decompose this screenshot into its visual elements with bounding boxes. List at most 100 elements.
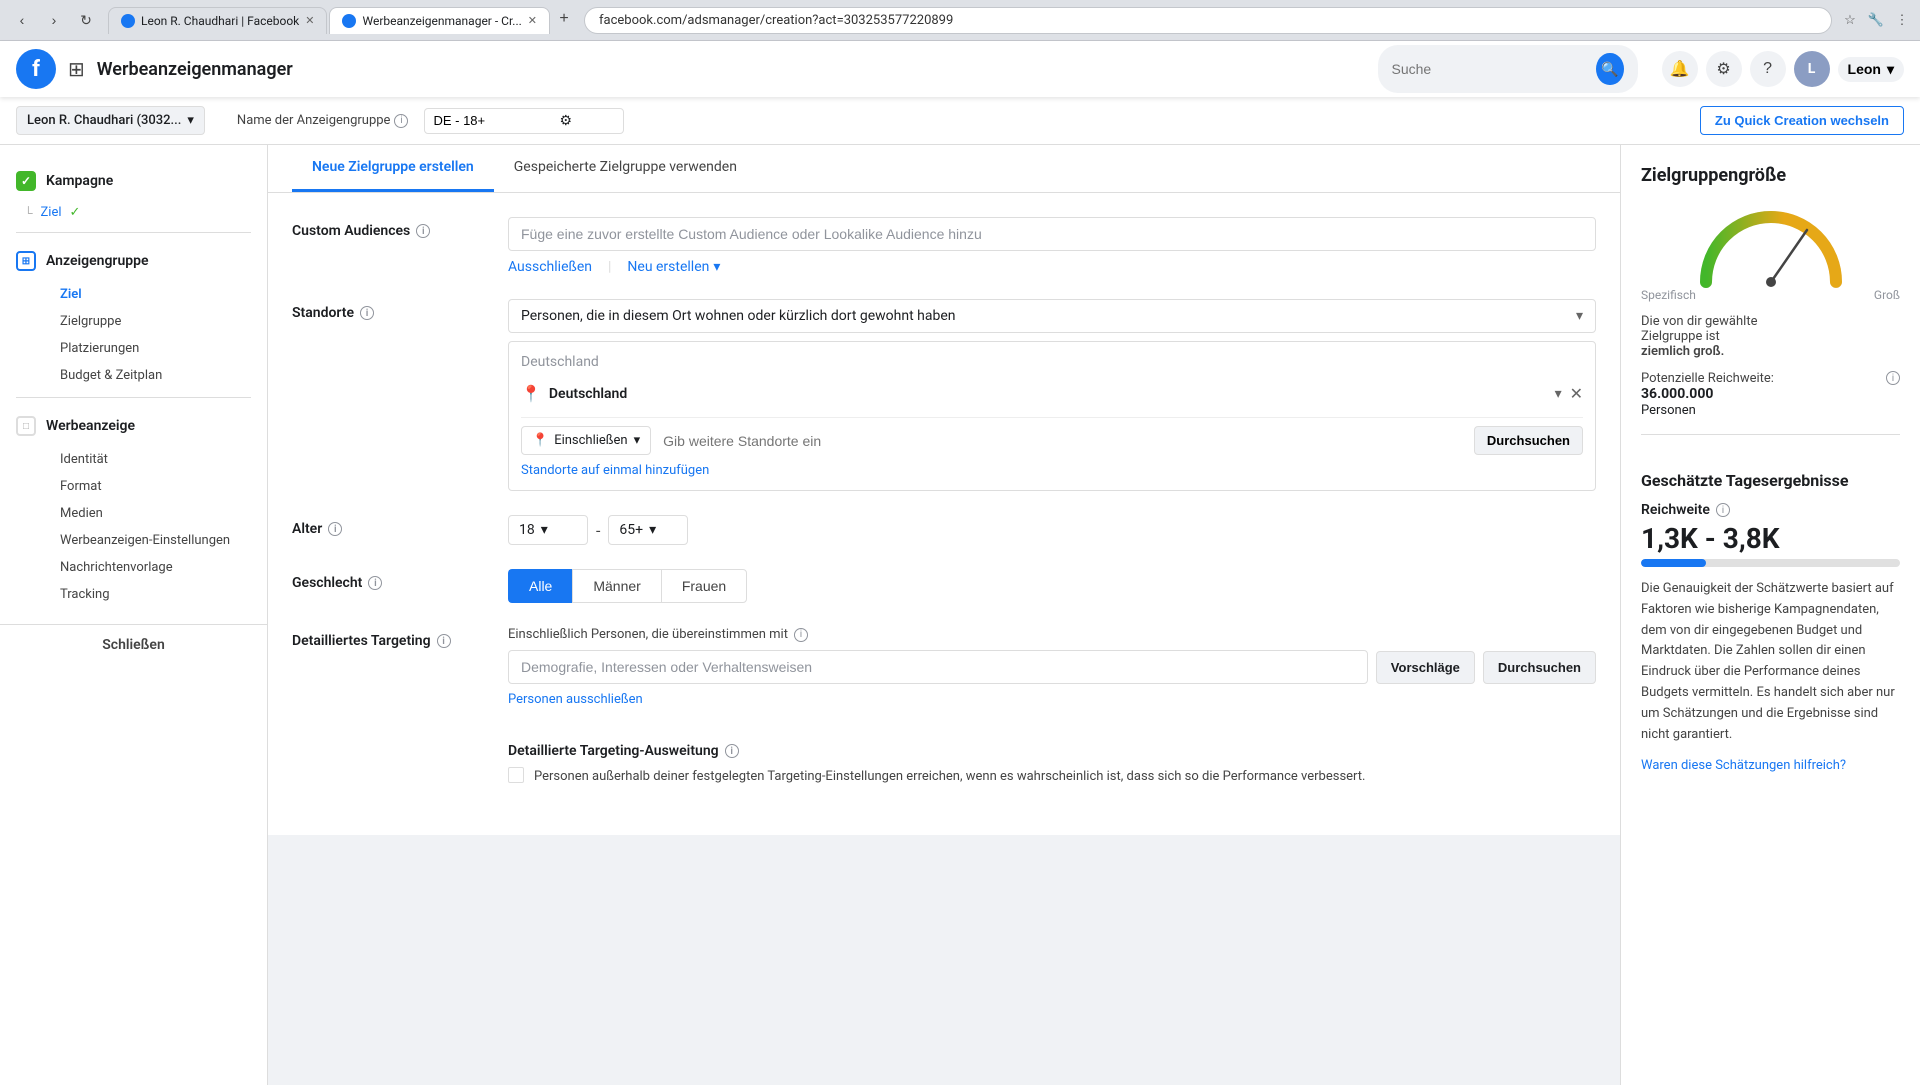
targeting-info-icon[interactable]: i: [437, 634, 451, 648]
tab-close-2[interactable]: ✕: [528, 14, 537, 27]
sub-header: Leon R. Chaudhari (3032... ▾ Name der An…: [0, 97, 1920, 145]
sidebar-werbeanzeige[interactable]: □ Werbeanzeige: [0, 406, 267, 446]
quick-creation-button[interactable]: Zu Quick Creation wechseln: [1700, 106, 1904, 135]
search-input[interactable]: [1392, 61, 1589, 77]
neu-erstellen-dropdown[interactable]: Neu erstellen ▾: [627, 259, 720, 275]
adgroup-info-icon[interactable]: i: [394, 114, 408, 128]
forward-button[interactable]: ›: [40, 6, 68, 34]
location-tag-deutschland: 📍 Deutschland ▾ ✕: [521, 378, 1583, 409]
account-selector[interactable]: Leon R. Chaudhari (3032... ▾: [16, 106, 205, 135]
sidebar-platzierungen[interactable]: Platzierungen: [44, 335, 267, 362]
sidebar-tracking[interactable]: Tracking: [44, 581, 267, 608]
custom-audiences-row: Custom Audiences i Ausschließen | Neu er…: [292, 217, 1596, 275]
bell-icon-button[interactable]: 🔔: [1662, 51, 1698, 87]
targeting-input[interactable]: [508, 650, 1368, 684]
menu-icon[interactable]: ⋮: [1892, 10, 1912, 30]
standorte-hinzufuegen-link[interactable]: Standorte auf einmal hinzufügen: [521, 463, 709, 478]
browser-tab-2[interactable]: Werbeanzeigenmanager - Cr... ✕: [329, 7, 550, 34]
standorte-control: Personen, die in diesem Ort wohnen oder …: [508, 299, 1596, 491]
user-menu-button[interactable]: Leon ▾: [1838, 57, 1904, 82]
tabs-bar: Neue Zielgruppe erstellen Gespeicherte Z…: [268, 145, 1620, 193]
tagesergebnisse-title: Geschätzte Tagesergebnisse: [1641, 471, 1900, 490]
location-remove-button[interactable]: ✕: [1570, 384, 1583, 403]
alle-button[interactable]: Alle: [508, 569, 572, 603]
standort-search-input[interactable]: [659, 429, 1466, 453]
browser-controls[interactable]: ‹ › ↻: [8, 6, 100, 34]
sidebar-anzeigengruppe[interactable]: ⊞ Anzeigengruppe: [0, 241, 267, 281]
sidebar-budget[interactable]: Budget & Zeitplan: [44, 362, 267, 389]
potential-info-icon[interactable]: i: [1886, 371, 1900, 385]
alter-min-select[interactable]: 18 ▾: [508, 515, 588, 545]
geschlecht-info-icon[interactable]: i: [368, 576, 382, 590]
adgroup-settings-icon[interactable]: ⚙: [559, 113, 572, 129]
maenner-button[interactable]: Männer: [572, 569, 660, 603]
sidebar-einstellungen[interactable]: Werbeanzeigen-Einstellungen: [44, 527, 267, 554]
sidebar-anzeigengruppe-section: ⊞ Anzeigengruppe Ziel Zielgruppe Platzie…: [0, 241, 267, 389]
age-dash: -: [596, 521, 600, 540]
standorte-label: Standorte i: [292, 299, 492, 321]
sidebar-identitaet[interactable]: Identität: [44, 446, 267, 473]
sidebar-kampagne-section: ✓ Kampagne └ Ziel ✓: [0, 161, 267, 224]
sidebar-zielgruppe[interactable]: Zielgruppe: [44, 308, 267, 335]
audience-actions: Ausschließen | Neu erstellen ▾: [508, 259, 1596, 275]
sidebar-kampagne[interactable]: ✓ Kampagne: [0, 161, 267, 201]
personen-ausschliessen-link[interactable]: Personen ausschließen: [508, 692, 643, 707]
sidebar-medien[interactable]: Medien: [44, 500, 267, 527]
help-icon-button[interactable]: ?: [1750, 51, 1786, 87]
potential-value: 36.000.000 Personen: [1641, 386, 1774, 418]
sidebar-ziel2[interactable]: Ziel: [44, 281, 267, 308]
tab-neue-zielgruppe[interactable]: Neue Zielgruppe erstellen: [292, 145, 494, 192]
user-name: Leon: [1848, 61, 1881, 77]
alter-row: Alter i 18 ▾ - 65+ ▾: [292, 515, 1596, 545]
custom-audiences-info-icon[interactable]: i: [416, 224, 430, 238]
gauge-wrap: Spezifisch Groß: [1641, 202, 1900, 302]
new-tab-button[interactable]: +: [552, 7, 576, 31]
standorte-select[interactable]: Personen, die in diesem Ort wohnen oder …: [508, 299, 1596, 333]
einschliessen-select[interactable]: 📍 Einschließen ▾: [521, 426, 651, 455]
browser-tab-1[interactable]: Leon R. Chaudhari | Facebook ✕: [108, 7, 327, 34]
standorte-row: Standorte i Personen, die in diesem Ort …: [292, 299, 1596, 491]
search-bar: 🔍: [1378, 45, 1638, 93]
close-button-sidebar[interactable]: Schließen: [0, 624, 267, 665]
standort-durchsuchen-button[interactable]: Durchsuchen: [1474, 426, 1583, 455]
sidebar-format[interactable]: Format: [44, 473, 267, 500]
panel-link[interactable]: Waren diese Schätzungen hilfreich?: [1641, 758, 1846, 773]
custom-audiences-input[interactable]: [508, 217, 1596, 251]
avatar: L: [1794, 51, 1830, 87]
sidebar-divider-2: [16, 397, 251, 398]
potential-label: Potenzielle Reichweite:: [1641, 371, 1774, 386]
tab-close-1[interactable]: ✕: [305, 14, 314, 27]
search-button[interactable]: 🔍: [1596, 53, 1623, 85]
address-bar[interactable]: facebook.com/adsmanager/creation?act=303…: [584, 7, 1832, 34]
location-tag-chevron[interactable]: ▾: [1555, 386, 1562, 402]
location-input-row: 📍 Einschließen ▾ Durchsuchen: [521, 417, 1583, 455]
bookmark-icon[interactable]: ☆: [1840, 10, 1860, 30]
frauen-button[interactable]: Frauen: [661, 569, 747, 603]
targeting-durchsuchen-button[interactable]: Durchsuchen: [1483, 651, 1596, 684]
adgroup-name-input[interactable]: [433, 113, 553, 128]
expand-info-icon[interactable]: i: [725, 744, 739, 758]
grid-icon[interactable]: ⊞: [68, 57, 85, 81]
zielgruppe-desc: Die von dir gewählte Zielgruppe ist ziem…: [1641, 314, 1900, 359]
anzeigengruppe-icon: ⊞: [16, 251, 36, 271]
back-button[interactable]: ‹: [8, 6, 36, 34]
reichweite-info-icon[interactable]: i: [1716, 503, 1730, 517]
tab-gespeicherte-zielgruppe[interactable]: Gespeicherte Zielgruppe verwenden: [494, 145, 757, 192]
vorschlaege-button[interactable]: Vorschläge: [1376, 651, 1475, 684]
sidebar-kampagne-label: Kampagne: [46, 173, 113, 189]
settings-icon-button[interactable]: ⚙: [1706, 51, 1742, 87]
sidebar-divider-1: [16, 232, 251, 233]
alter-max-select[interactable]: 65+ ▾: [608, 515, 688, 545]
sidebar-ziel-item[interactable]: └ Ziel ✓: [24, 201, 267, 224]
targeting-control: Einschließlich Personen, die übereinstim…: [508, 627, 1596, 787]
main-layout: ✓ Kampagne └ Ziel ✓ ⊞ Anzeigengruppe Zi: [0, 145, 1920, 1085]
form-section: Custom Audiences i Ausschließen | Neu er…: [268, 193, 1620, 835]
targeting-sublabel-info[interactable]: i: [794, 628, 808, 642]
sidebar-nachrichtenvorlage[interactable]: Nachrichtenvorlage: [44, 554, 267, 581]
ausschliessen-link[interactable]: Ausschließen: [508, 259, 592, 275]
alter-info-icon[interactable]: i: [328, 522, 342, 536]
expand-checkbox[interactable]: [508, 767, 524, 783]
reload-button[interactable]: ↻: [72, 6, 100, 34]
extensions-icon[interactable]: 🔧: [1866, 10, 1886, 30]
standorte-info-icon[interactable]: i: [360, 306, 374, 320]
